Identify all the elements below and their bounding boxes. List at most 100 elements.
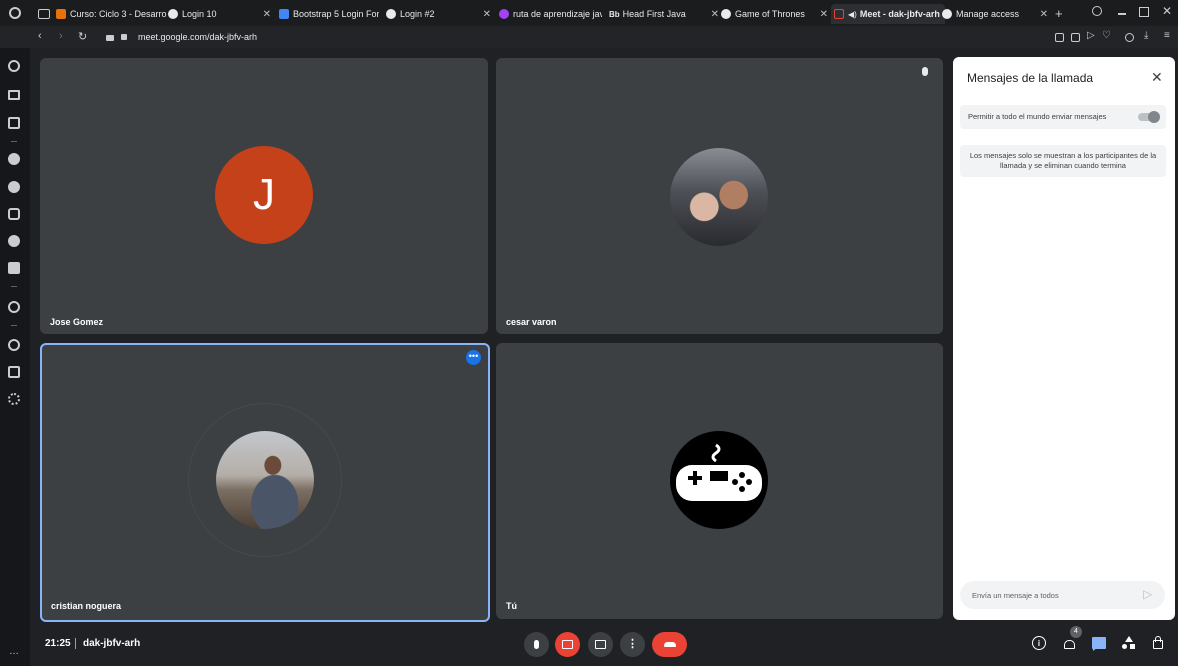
tab-label: Login #2	[400, 9, 435, 19]
close-tab-icon[interactable]: ✕	[1036, 9, 1048, 20]
github-icon	[942, 9, 952, 19]
participant-tile[interactable]: Tú	[496, 343, 943, 619]
hang-up-icon	[663, 642, 676, 647]
new-tab-icon[interactable]: +	[1055, 6, 1063, 21]
bag-icon[interactable]	[8, 90, 20, 100]
tab-login-2[interactable]: Login #2 ✕	[386, 4, 491, 24]
microphone-icon	[534, 640, 539, 649]
chat-title: Mensajes de la llamada	[967, 71, 1094, 85]
minimize-icon[interactable]	[1118, 13, 1126, 15]
snapshot-icon[interactable]	[1055, 33, 1064, 42]
tab-favicon-icon	[834, 9, 844, 19]
participant-tile[interactable]: J Jose Gomez	[40, 58, 488, 334]
camera-icon[interactable]	[1071, 33, 1080, 42]
lock-icon[interactable]	[121, 34, 127, 40]
activities-icon	[1125, 636, 1133, 642]
muted-mic-icon	[922, 67, 928, 76]
tab-login-10[interactable]: Login 10 ✕	[168, 4, 271, 24]
heart-icon[interactable]: ♡	[1102, 30, 1111, 41]
present-icon	[595, 640, 606, 649]
instagram-icon[interactable]	[8, 208, 20, 220]
present-screen-button[interactable]	[588, 632, 613, 657]
close-window-icon[interactable]: ✕	[1162, 4, 1172, 18]
people-count-badge: 4	[1070, 626, 1082, 638]
avatar: J	[215, 146, 313, 244]
participant-tile-active[interactable]: ••• cristian noguera	[40, 343, 490, 622]
activities-icon-part	[1122, 644, 1127, 649]
back-icon[interactable]: ‹	[38, 30, 42, 42]
forward-icon[interactable]: ›	[59, 30, 63, 42]
wallet-icon[interactable]	[1125, 33, 1134, 42]
download-icon[interactable]: ⤓	[1144, 30, 1148, 41]
vk-icon[interactable]	[8, 235, 20, 247]
gamepad-icon	[676, 443, 762, 501]
more-icon[interactable]: …	[9, 646, 19, 657]
opera-logo-icon[interactable]	[9, 7, 21, 19]
tab-curso[interactable]: Curso: Ciclo 3 - Desarro ✕	[56, 4, 171, 24]
tab-favicon-icon	[499, 9, 509, 19]
camera-off-button[interactable]	[555, 632, 580, 657]
restore-icon[interactable]	[1139, 7, 1149, 17]
meeting-details-button[interactable]: i	[1032, 636, 1046, 650]
more-vert-icon: ⋮	[627, 638, 638, 650]
address-bar: ‹ › ↻ meet.google.com/dak-jbfv-arh ▷ ♡ ⤓…	[0, 26, 1178, 48]
more-options-button[interactable]: ⋮	[620, 632, 645, 657]
tab-bootstrap[interactable]: Bootstrap 5 Login Form ✕	[279, 4, 379, 24]
allow-messages-toggle[interactable]	[1138, 111, 1160, 123]
send-icon[interactable]: ▷	[1087, 30, 1095, 41]
message-input[interactable]: Envía un mensaje a todos ▷	[960, 581, 1165, 609]
history-icon[interactable]	[8, 339, 20, 351]
player-icon[interactable]	[8, 301, 20, 313]
close-tab-icon[interactable]: ✕	[479, 9, 491, 20]
chat-panel: Mensajes de la llamada ✕ Permitir a todo…	[953, 57, 1175, 620]
tab-label: ruta de aprendizaje java	[513, 9, 602, 19]
chat-button[interactable]	[1092, 637, 1106, 651]
messenger-icon[interactable]	[8, 153, 20, 165]
divider	[11, 286, 17, 287]
tab-overview-icon[interactable]	[38, 9, 50, 19]
tab-head-first-java[interactable]: Bb Head First Java ✕	[609, 4, 719, 24]
more-options-icon[interactable]: •••	[466, 350, 481, 365]
close-tab-icon[interactable]: ✕	[816, 9, 828, 20]
telegram-icon[interactable]	[8, 181, 20, 193]
avatar	[216, 431, 314, 529]
tab-favicon-icon	[56, 9, 66, 19]
cube-icon[interactable]	[8, 366, 20, 378]
send-message-icon[interactable]: ▷	[1143, 587, 1152, 601]
people-button[interactable]: 4	[1062, 626, 1082, 652]
participant-name: Jose Gomez	[50, 317, 104, 327]
message-input-placeholder: Envía un mensaje a todos	[972, 591, 1059, 600]
reload-icon[interactable]: ↻	[78, 30, 87, 43]
microphone-button[interactable]	[524, 632, 549, 657]
close-tab-icon[interactable]: ✕	[259, 9, 271, 20]
tab-favicon-icon	[721, 9, 731, 19]
tab-game-of-thrones[interactable]: Game of Thrones ✕	[721, 4, 828, 24]
participant-name: cristian noguera	[51, 601, 122, 611]
settings-icon[interactable]	[8, 393, 20, 405]
avatar-initial: J	[253, 170, 275, 219]
tab-label: Curso: Ciclo 3 - Desarro	[70, 9, 167, 19]
twitch-icon[interactable]	[8, 262, 20, 274]
participant-name: Tú	[506, 601, 517, 611]
url-field[interactable]: meet.google.com/dak-jbfv-arh	[138, 32, 257, 42]
tab-label: Manage access	[956, 9, 1020, 19]
speed-dial-icon[interactable]	[8, 60, 20, 72]
close-tab-icon[interactable]: ✕	[707, 9, 719, 20]
allow-messages-row: Permitir a todo el mundo enviar mensajes	[960, 105, 1166, 129]
tab-audio-icon[interactable]: ◀)	[848, 10, 857, 19]
hang-up-button[interactable]	[652, 632, 687, 657]
tab-ruta-java[interactable]: ruta de aprendizaje java ✕	[499, 4, 602, 24]
participant-tile[interactable]: cesar varon	[496, 58, 943, 334]
host-controls-button[interactable]	[1152, 636, 1164, 650]
tab-manage-access[interactable]: Manage access ✕	[942, 4, 1048, 24]
camera-indicator-icon[interactable]	[106, 35, 114, 41]
search-tabs-icon[interactable]	[1092, 6, 1102, 16]
tab-favicon-icon	[168, 9, 178, 19]
meeting-time: 21:25	[45, 638, 71, 649]
tab-meet[interactable]: ◀) Meet - dak-jbfv-arh ✕	[831, 4, 945, 24]
translate-icon[interactable]	[8, 117, 20, 129]
close-icon[interactable]: ✕	[1151, 69, 1163, 86]
activities-button[interactable]	[1122, 636, 1136, 650]
menu-icon[interactable]: ≡	[1164, 30, 1170, 41]
meeting-code: dak-jbfv-arh	[83, 638, 141, 649]
